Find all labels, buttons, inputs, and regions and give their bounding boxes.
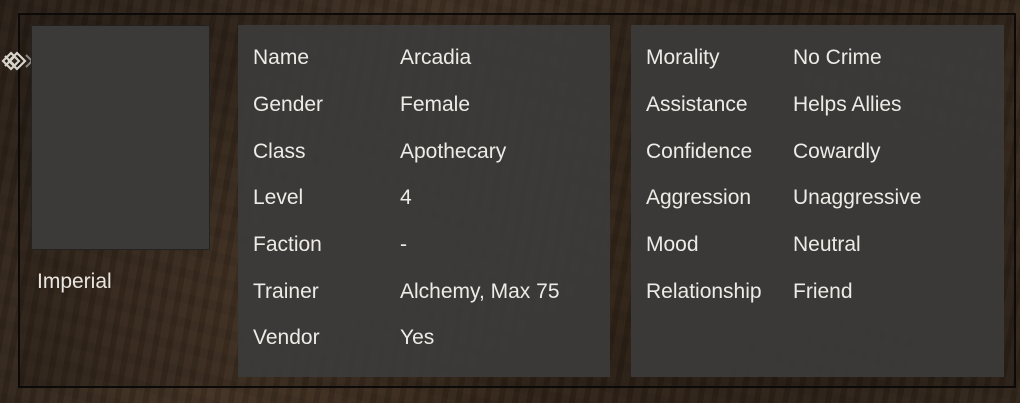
ai-label: Aggression — [646, 186, 752, 209]
info-label: Name — [253, 46, 310, 69]
ai-label: Assistance — [646, 93, 748, 116]
ai-value: Unaggressive — [793, 186, 922, 209]
ai-value: No Crime — [793, 46, 882, 69]
info-value: 4 — [400, 186, 412, 209]
npc-portrait — [31, 25, 210, 250]
info-label: Class — [253, 140, 306, 163]
ai-label: Confidence — [646, 140, 753, 163]
npc-race-label: Imperial — [37, 270, 112, 293]
info-label: Faction — [253, 233, 322, 256]
ai-label: Morality — [646, 46, 720, 69]
ai-value: Cowardly — [793, 140, 881, 163]
ai-label: Mood — [646, 233, 699, 256]
info-label: Trainer — [253, 280, 319, 303]
info-label: Level — [253, 186, 304, 209]
ai-value: Friend — [793, 280, 853, 303]
npc-ai-panel: Morality No Crime Assistance Helps Allie… — [631, 25, 1004, 377]
npc-info-panel: Name Arcadia Gender Female Class Apothec… — [238, 25, 610, 377]
info-value: - — [400, 233, 407, 256]
ai-value: Neutral — [793, 233, 861, 256]
info-label: Gender — [253, 93, 324, 116]
info-value: Female — [400, 93, 471, 116]
ai-value: Helps Allies — [793, 93, 902, 116]
info-value: Yes — [400, 326, 435, 349]
info-value: Alchemy, Max 75 — [400, 280, 560, 303]
info-value: Arcadia — [400, 46, 472, 69]
ai-label: Relationship — [646, 280, 762, 303]
info-label: Vendor — [253, 326, 320, 349]
info-value: Apothecary — [400, 140, 507, 163]
